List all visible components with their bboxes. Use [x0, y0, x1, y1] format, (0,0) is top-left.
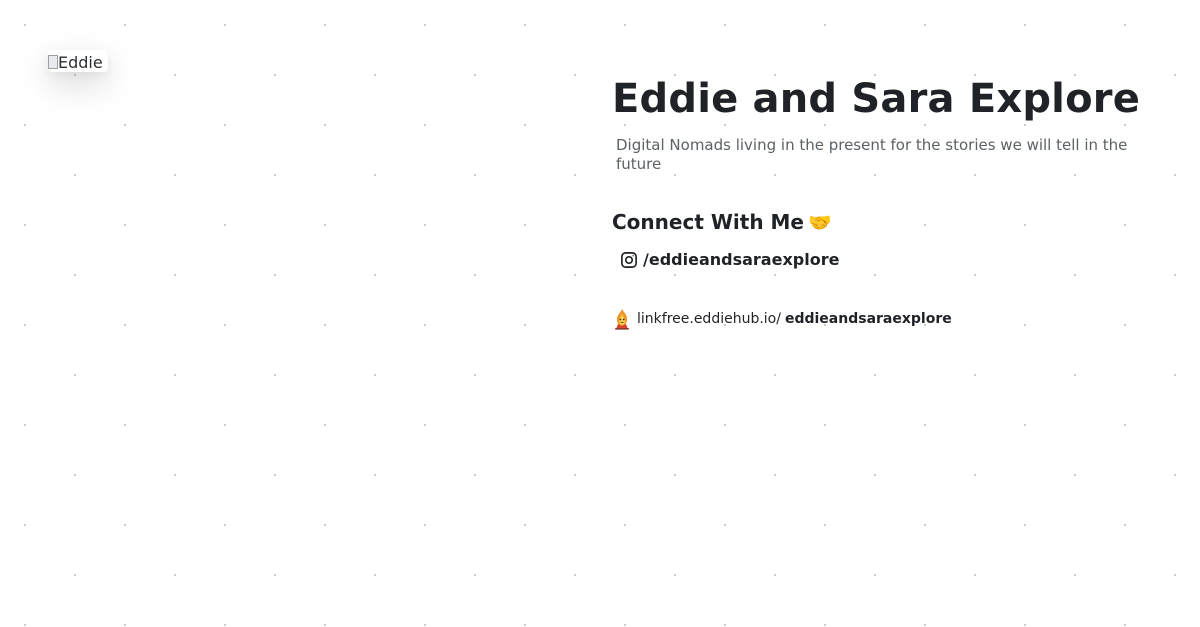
linkfree-link[interactable]: linkfree.eddiehub.io/ eddieandsaraexplor…	[613, 308, 952, 330]
instagram-handle: /eddieandsaraexplore	[643, 250, 840, 269]
avatar-alt-text: Eddie	[48, 53, 103, 72]
connect-heading: Connect With Me 🤝	[612, 210, 832, 234]
handshake-emoji: 🤝	[807, 212, 832, 234]
avatar-alt-label: Eddie	[58, 53, 103, 72]
profile-name: Eddie and Sara Explore	[612, 76, 1141, 122]
linkfree-username: eddieandsaraexplore	[784, 311, 952, 327]
instagram-link[interactable]: /eddieandsaraexplore	[620, 250, 839, 269]
profile-bio: Digital Nomads living in the present for…	[616, 136, 1128, 173]
broken-image-icon	[48, 55, 58, 69]
avatar: Eddie	[48, 50, 108, 72]
linkfree-logo-icon	[613, 308, 631, 330]
instagram-icon	[620, 251, 638, 269]
connect-heading-text: Connect With Me	[612, 210, 804, 234]
linkfree-domain: linkfree.eddiehub.io/	[637, 311, 781, 327]
